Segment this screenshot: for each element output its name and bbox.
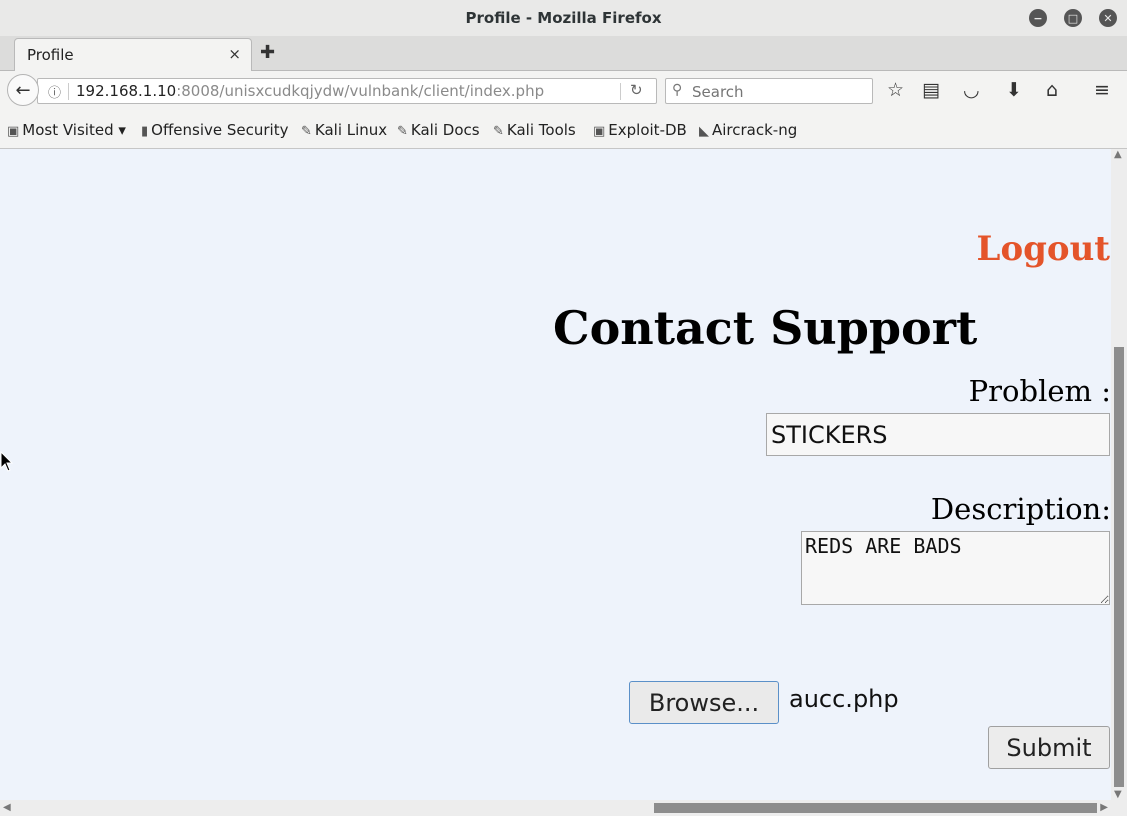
kali-icon: ✎ bbox=[493, 124, 504, 139]
browse-button[interactable]: Browse... bbox=[629, 681, 779, 724]
url-path: :8008/unisxcudkqjydw/vulnbank/client/ind… bbox=[176, 82, 545, 100]
bookmark-label: Kali Linux bbox=[314, 121, 388, 139]
tab-label: Profile bbox=[27, 46, 74, 64]
kali-icon: ✎ bbox=[397, 124, 408, 139]
kali-icon: ✎ bbox=[301, 124, 312, 139]
search-icon: ⚲ bbox=[672, 82, 683, 98]
menu-icon[interactable]: ≡ bbox=[1094, 79, 1110, 101]
vertical-scrollbar[interactable]: ▲ ▼ bbox=[1111, 149, 1127, 800]
back-button[interactable]: ← bbox=[7, 74, 39, 106]
close-window-icon[interactable]: ✕ bbox=[1099, 9, 1117, 27]
vertical-scroll-thumb[interactable] bbox=[1114, 347, 1124, 787]
pocket-icon[interactable]: ◡ bbox=[963, 79, 980, 101]
description-label: Description: bbox=[930, 492, 1111, 526]
window-titlebar: Profile - Mozilla Firefox − □ ✕ bbox=[0, 0, 1127, 37]
downloads-icon[interactable]: ⬇ bbox=[1006, 79, 1022, 101]
scrollbar-corner bbox=[1111, 800, 1127, 816]
bookmark-label: Aircrack-ng bbox=[712, 121, 798, 139]
bookmark-label: Most Visited ▾ bbox=[22, 121, 126, 139]
offsec-icon: ▮ bbox=[141, 124, 149, 139]
site-info-icon[interactable]: ⓘ bbox=[48, 82, 61, 101]
submit-button[interactable]: Submit bbox=[988, 726, 1110, 769]
scroll-right-icon[interactable]: ▶ bbox=[1100, 802, 1108, 813]
problem-label: Problem : bbox=[968, 374, 1111, 408]
tab-strip: Profile × ✚ bbox=[0, 36, 1127, 71]
description-textarea[interactable]: REDS ARE BADS bbox=[801, 531, 1110, 605]
bookmark-offensive-security[interactable]: ▮ Offensive Security bbox=[141, 121, 289, 139]
bookmark-most-visited[interactable]: ▣ Most Visited ▾ bbox=[7, 121, 126, 139]
home-icon[interactable]: ⌂ bbox=[1046, 79, 1058, 101]
url-bar[interactable]: ⓘ 192.168.1.10:8008/unisxcudkqjydw/vulnb… bbox=[37, 78, 657, 104]
reading-list-icon[interactable]: ▤ bbox=[922, 79, 940, 101]
mouse-cursor-icon bbox=[0, 450, 14, 479]
url-divider bbox=[620, 83, 621, 100]
bookmark-kali-linux[interactable]: ✎ Kali Linux bbox=[301, 121, 387, 139]
bookmark-aircrack-ng[interactable]: ◣ Aircrack-ng bbox=[699, 121, 797, 139]
scroll-down-icon[interactable]: ▼ bbox=[1114, 789, 1122, 800]
maximize-icon[interactable]: □ bbox=[1064, 9, 1082, 27]
bookmark-star-icon[interactable]: ☆ bbox=[887, 79, 904, 101]
new-tab-icon[interactable]: ✚ bbox=[260, 42, 275, 63]
page-content: Logout Contact Support Problem : Descrip… bbox=[0, 149, 1111, 800]
exploitdb-icon: ▣ bbox=[593, 124, 606, 139]
page-title: Contact Support bbox=[553, 301, 978, 355]
bookmark-label: Offensive Security bbox=[151, 121, 289, 139]
minimize-icon[interactable]: − bbox=[1029, 9, 1047, 27]
close-tab-icon[interactable]: × bbox=[228, 45, 241, 63]
horizontal-scrollbar[interactable]: ◀ ▶ bbox=[0, 800, 1111, 816]
logout-link[interactable]: Logout bbox=[977, 229, 1110, 269]
aircrack-icon: ◣ bbox=[699, 124, 709, 139]
scroll-left-icon[interactable]: ◀ bbox=[3, 802, 11, 813]
selected-file-name: aucc.php bbox=[789, 685, 899, 713]
bookmark-label: Exploit-DB bbox=[608, 121, 687, 139]
scroll-up-icon[interactable]: ▲ bbox=[1114, 149, 1122, 160]
bookmarks-toolbar: ▣ Most Visited ▾ ▮ Offensive Security ✎ Kal… bbox=[0, 111, 1127, 149]
bookmark-label: Kali Docs bbox=[410, 121, 480, 139]
bookmark-kali-docs[interactable]: ✎ Kali Docs bbox=[397, 121, 480, 139]
search-input[interactable] bbox=[690, 80, 870, 104]
window-title: Profile - Mozilla Firefox bbox=[465, 9, 662, 27]
bookmark-kali-tools[interactable]: ✎ Kali Tools bbox=[493, 121, 576, 139]
bookmark-label: Kali Tools bbox=[506, 121, 576, 139]
bookmark-exploit-db[interactable]: ▣ Exploit-DB bbox=[593, 121, 687, 139]
tab-profile[interactable]: Profile × bbox=[14, 38, 252, 71]
url-host: 192.168.1.10 bbox=[76, 82, 177, 100]
horizontal-scroll-thumb[interactable] bbox=[654, 803, 1097, 813]
reload-icon[interactable]: ↻ bbox=[630, 81, 643, 99]
url-text[interactable]: 192.168.1.10:8008/unisxcudkqjydw/vulnban… bbox=[76, 82, 544, 100]
url-divider bbox=[68, 83, 69, 100]
most-visited-icon: ▣ bbox=[7, 124, 20, 139]
search-bar[interactable]: ⚲ bbox=[665, 78, 873, 104]
navigation-toolbar: ⓘ 192.168.1.10:8008/unisxcudkqjydw/vulnb… bbox=[0, 71, 1127, 111]
back-arrow-icon: ← bbox=[15, 79, 31, 101]
problem-input[interactable] bbox=[766, 413, 1110, 456]
